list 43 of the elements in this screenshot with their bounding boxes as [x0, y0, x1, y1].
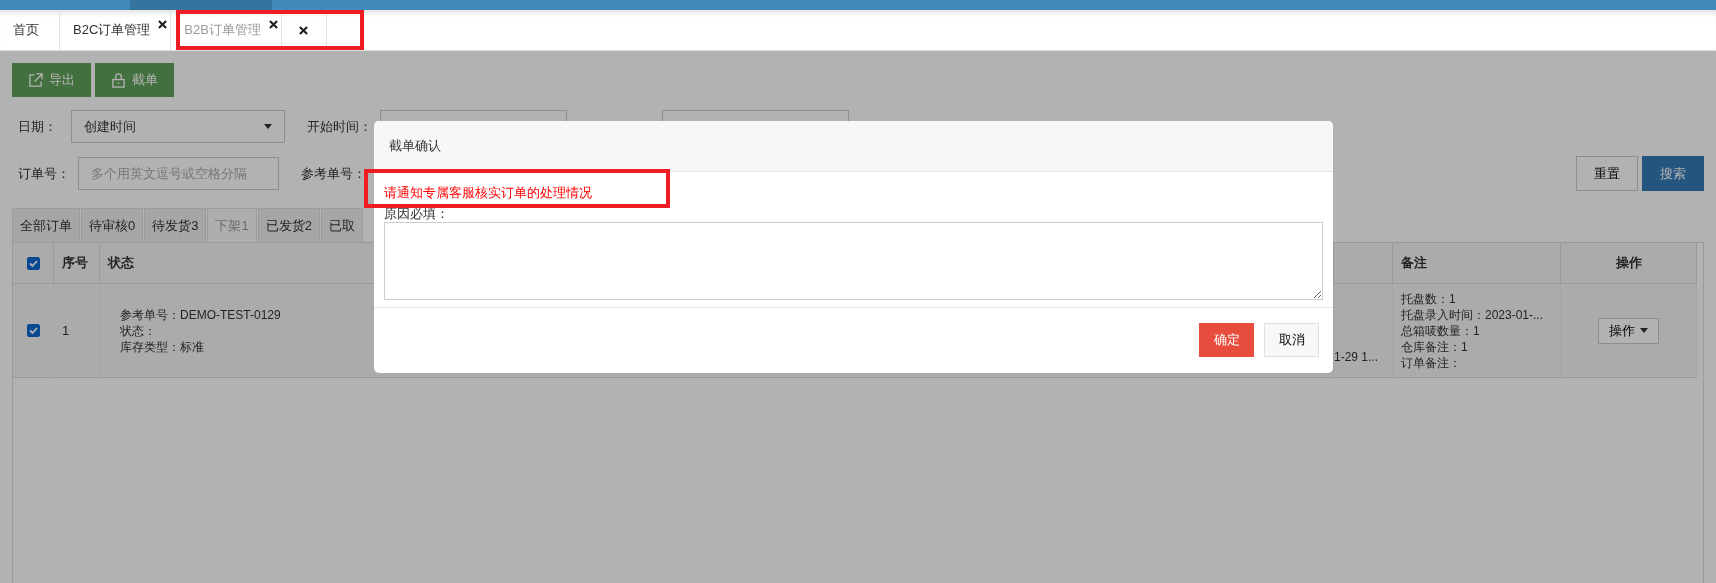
confirm-button[interactable]: 确定 [1199, 323, 1254, 357]
status-tab[interactable]: 全部订单 [12, 208, 80, 242]
table-cell: 1 [54, 284, 100, 378]
checkbox[interactable] [26, 256, 40, 270]
caret-icon [264, 124, 272, 129]
close-icon[interactable] [299, 25, 309, 35]
table-cell-text: 总箱唛数量：1 [1401, 322, 1481, 339]
search-button[interactable]: 搜索 [1642, 156, 1704, 191]
close-icon[interactable] [158, 20, 168, 29]
date-label: 日期： [18, 117, 57, 136]
column-header: 操作 [1561, 243, 1697, 284]
lock-icon [111, 72, 126, 88]
column-header: 备注 [1393, 243, 1561, 284]
start-time-label: 开始时间： [307, 117, 372, 136]
checkbox[interactable] [26, 324, 40, 337]
actions-dropdown[interactable]: 操作 [1598, 317, 1659, 344]
column-header: 序号 [54, 243, 100, 284]
table-cell-text: 1-29 1... [1334, 349, 1379, 365]
date-select[interactable]: 创建时间 [71, 110, 285, 143]
page-tab[interactable]: 首页 [0, 10, 60, 50]
table-cell-text: 参考单号：DEMO-TEST-0129 [120, 306, 281, 323]
reset-button[interactable]: 重置 [1576, 156, 1638, 191]
status-tab[interactable]: 已取 [320, 208, 363, 242]
reason-field[interactable] [384, 222, 1323, 300]
table-cell-text: 仓库备注：1 [1401, 338, 1469, 355]
status-tab[interactable]: 待审核0 [81, 208, 144, 242]
order-number-label: 订单号： [18, 164, 70, 183]
reason-label: 原因必填： [384, 206, 450, 222]
page-tab[interactable]: B2C订单管理 [60, 10, 172, 50]
warning-text: 请通知专属客服核实订单的处理情况 [384, 184, 593, 202]
dialog-title: 截单确认 [389, 137, 441, 155]
cancel-button[interactable]: 取消 [1264, 323, 1319, 357]
status-tab[interactable]: 待发货3 [144, 208, 207, 242]
table-cell-text: 订单备注： [1401, 354, 1462, 371]
table-cell-text: 库存类型：标准 [120, 338, 205, 355]
reference-number-label: 参考单号： [301, 164, 366, 183]
caret-icon [1640, 328, 1648, 333]
status-tab[interactable]: 已发货2 [257, 208, 320, 242]
table-cell-text: 状态： [120, 322, 157, 339]
close-icon[interactable] [268, 20, 278, 29]
table-cell-text: 托盘数：1 [1401, 290, 1457, 307]
table-cell-text: 托盘录入时间：2023-01-... [1401, 306, 1544, 323]
export-icon [28, 72, 43, 88]
